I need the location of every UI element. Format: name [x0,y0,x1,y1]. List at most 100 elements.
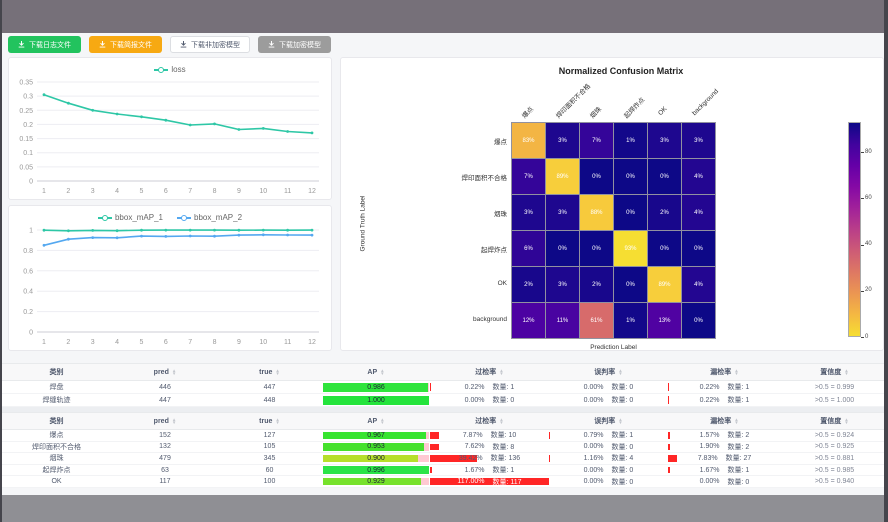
sort-icon[interactable]: ▲▼ [380,418,384,425]
overdetect-rate-cell: 117.00%数量: 117 [430,476,549,487]
svg-text:0.2: 0.2 [23,122,33,129]
matrix-col-label: 起焊炸点 [621,95,646,120]
rate-percent: 0.22% [465,384,485,391]
svg-text:0.6: 0.6 [23,268,33,275]
column-header-label: 类别 [50,416,64,426]
miss-rate-cell: 0.00%数量: 0 [668,476,781,487]
column-header-误判率[interactable]: 误判率▲▼ [549,364,668,380]
matrix-cell-3-2: 0% [580,231,613,266]
sort-icon[interactable]: ▲▼ [618,369,622,376]
svg-text:7: 7 [188,339,192,346]
matrix-cell-0-1: 3% [546,123,579,158]
sort-icon[interactable]: ▲▼ [275,369,279,376]
column-header-漏检率[interactable]: 漏检率▲▼ [668,413,781,429]
column-header-true[interactable]: true▲▼ [217,364,322,380]
column-header-label: 置信度 [820,416,841,426]
pred-value: 63 [113,465,217,476]
confusion-matrix-card: Normalized Confusion Matrix Ground Truth… [340,57,884,351]
legend-label: bbox_mAP_2 [194,213,242,222]
download-icon [180,41,187,48]
column-header-漏检率[interactable]: 漏检率▲▼ [668,364,781,380]
window-bottombar [0,495,888,522]
matrix-cell-0-4: 3% [648,123,681,158]
column-header-置信度[interactable]: 置信度▲▼ [781,364,888,380]
download-report-button[interactable]: 下载简报文件 [89,36,162,53]
miss-rate-cell: 7.83% 数量: 27 [668,453,781,464]
sort-icon[interactable]: ▲▼ [172,418,176,425]
rate-count: 数量: 2 [728,430,750,440]
table-row: 焊盘4464470.9860.22%数量: 10.00%数量: 00.22%数量… [0,381,888,394]
download-log-button[interactable]: 下载日志文件 [8,36,81,53]
table-row: OK1171000.929117.00%数量: 1170.00%数量: 00.0… [0,476,888,488]
window-topbar [0,0,888,33]
sort-icon[interactable]: ▲▼ [844,418,848,425]
matrix-cell-1-1: 89% [546,159,579,194]
column-header-pred[interactable]: pred▲▼ [113,413,217,429]
rate-percent: 7.87% [463,432,483,439]
column-header-pred[interactable]: pred▲▼ [113,364,217,380]
column-header-过检率[interactable]: 过检率▲▼ [430,413,549,429]
column-header-AP[interactable]: AP▲▼ [322,364,430,380]
miss-rate-cell: 1.67%数量: 1 [668,465,781,476]
matrix-cell-5-0: 12% [512,303,545,338]
ap-value: 0.929 [323,478,429,486]
loss-chart: 00.050.10.150.20.250.30.3512345678910111… [9,76,331,197]
column-header-label: 过检率 [475,367,496,377]
legend-item-loss[interactable]: loss [154,63,185,76]
matrix-cell-2-4: 2% [648,195,681,230]
rate-count: 数量: 0 [612,465,634,475]
column-header-误判率[interactable]: 误判率▲▼ [549,413,668,429]
legend-item-bbox_mAP_1[interactable]: bbox_mAP_1 [98,211,163,224]
svg-text:0.1: 0.1 [23,150,33,157]
sort-icon[interactable]: ▲▼ [734,369,738,376]
overdetect-rate-cell: 39.42%数量: 136 [430,453,549,464]
column-header-置信度[interactable]: 置信度▲▼ [781,413,888,429]
rate-count: 数量: 1 [728,395,750,405]
download-unencrypted-model-button[interactable]: 下载非加密模型 [170,36,250,53]
rate-count: 数量: 27 [726,453,752,463]
rate-percent: 0.79% [584,432,604,439]
rate-count: 数量: 1 [493,382,515,392]
ap-value: 0.967 [323,432,429,440]
download-icon [18,41,25,48]
svg-text:4: 4 [115,339,119,346]
true-value: 127 [217,430,322,441]
legend-item-bbox_mAP_2[interactable]: bbox_mAP_2 [177,211,242,224]
true-value: 100 [217,476,322,487]
matrix-y-axis-label: Ground Truth Label [360,174,367,274]
sort-icon[interactable]: ▲▼ [618,418,622,425]
rate-count: 数量: 2 [728,442,750,452]
rate-percent: 1.67% [700,467,720,474]
column-header-过检率[interactable]: 过检率▲▼ [430,364,549,380]
sort-icon[interactable]: ▲▼ [172,369,176,376]
matrix-cell-4-3: 0% [614,267,647,302]
window-right-edge [884,0,888,522]
column-header-label: 漏检率 [710,416,731,426]
rate-percent: 1.16% [584,455,604,462]
ap-cell: 0.900 [322,453,430,464]
download-encrypted-model-button[interactable]: 下载加密模型 [258,36,331,53]
svg-text:0.3: 0.3 [23,94,33,101]
column-header-true[interactable]: true▲▼ [217,413,322,429]
matrix-cell-1-3: 0% [614,159,647,194]
rate-percent: 7.83% [698,455,718,462]
matrix-cell-1-0: 7% [512,159,545,194]
sort-icon[interactable]: ▲▼ [275,418,279,425]
matrix-col-label: 爆点 [519,104,535,120]
column-header-AP[interactable]: AP▲▼ [322,413,430,429]
pred-value: 117 [113,476,217,487]
rate-percent: 0.00% [700,478,720,485]
matrix-cell-0-0: 83% [512,123,545,158]
confidence-value: >0.5 = 0.985 [781,465,888,476]
legend-marker-icon [154,66,168,73]
ap-cell: 0.986 [322,381,430,393]
matrix-cell-2-5: 4% [682,195,715,230]
sort-icon[interactable]: ▲▼ [844,369,848,376]
matrix-colorbar [848,122,861,337]
sort-icon[interactable]: ▲▼ [380,369,384,376]
button-label: 下载非加密模型 [191,40,240,50]
sort-icon[interactable]: ▲▼ [499,369,503,376]
overdetect-rate-cell: 7.62%数量: 8 [430,442,549,453]
sort-icon[interactable]: ▲▼ [499,418,503,425]
sort-icon[interactable]: ▲▼ [734,418,738,425]
